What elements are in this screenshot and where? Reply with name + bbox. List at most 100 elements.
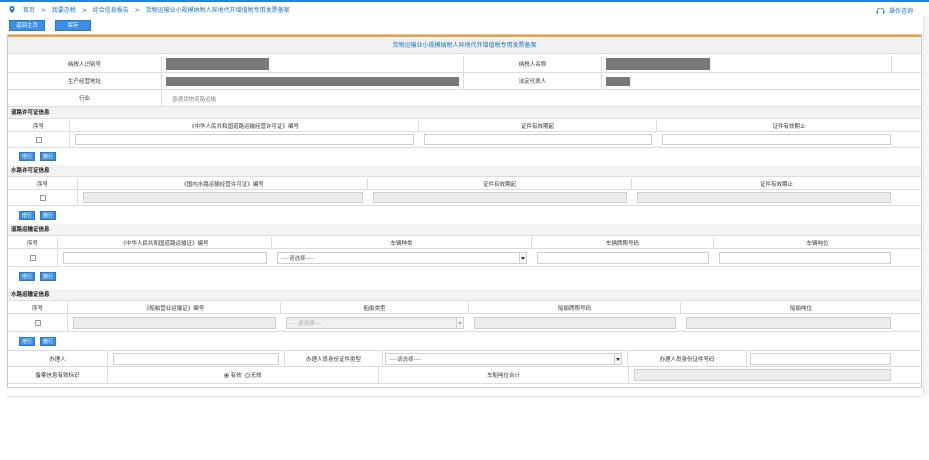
tonnage-total-value: [634, 369, 891, 381]
back-home-button[interactable]: 返回主页: [9, 20, 45, 31]
id-number-label: 办理人员身份证件号码: [659, 356, 715, 363]
water-transport-delete-row-button[interactable]: 删行: [40, 337, 56, 346]
col-header: 船舶类型: [363, 305, 386, 312]
col-header: 车辆种类: [390, 240, 413, 247]
chevron-down-icon: [614, 354, 621, 364]
col-header: 证件有效期止: [772, 123, 806, 130]
vehicle-type-selected: ----请选择----: [281, 256, 314, 262]
water-permit-end-input[interactable]: [637, 192, 891, 203]
help-label: 操作咨询: [888, 8, 913, 15]
taxpayer-id-label: 纳税人识别号: [67, 61, 101, 68]
address-row: 生产经营地址 法定代表人: [8, 73, 921, 90]
taxpayer-id-value: [166, 58, 269, 70]
water-transport-add-row-button[interactable]: 增行: [19, 337, 35, 346]
id-type-select[interactable]: ----请选择----: [385, 353, 622, 365]
road-permit-end-input[interactable]: [662, 134, 891, 145]
water-permit-section-title: 水路许可证信息: [8, 165, 921, 177]
handler-label: 办理人: [49, 356, 66, 363]
col-header: 船舶牌照号码: [557, 305, 591, 312]
col-header: 序号: [32, 123, 44, 130]
id-number-input[interactable]: [750, 353, 891, 365]
col-header: 证件有效期起: [520, 123, 554, 130]
legal-rep-label: 法定代表人: [518, 79, 547, 85]
valid-radio-option[interactable]: 有效: [224, 371, 242, 379]
water-transport-header: 序号 《船舶营业运输证》编号 船舶类型 船舶牌照号码 船舶吨位: [8, 302, 921, 314]
valid-flag-row: 备案信息有效标识 有效 无效 车船吨位合计: [8, 367, 921, 384]
vehicle-plate-input[interactable]: [537, 252, 709, 264]
water-permit-number-input[interactable]: [83, 192, 363, 203]
col-header: 《中华人民共和国道路运输证》编号: [120, 240, 209, 247]
breadcrumb-sep: >: [134, 7, 140, 14]
chevron-down-icon: [456, 318, 463, 328]
ship-license-number-input[interactable]: [73, 317, 276, 329]
row-checkbox[interactable]: [29, 254, 36, 261]
industry-row: 行业 普通货物道路运输: [8, 90, 921, 107]
row-checkbox[interactable]: [35, 136, 42, 143]
col-header: 车辆牌照号码: [605, 240, 639, 247]
vertical-scrollbar[interactable]: [923, 16, 929, 396]
address-value: [166, 77, 459, 86]
page-divider: [7, 396, 922, 397]
col-header: 序号: [36, 181, 48, 188]
road-permit-section-title: 道路许可证信息: [8, 107, 921, 119]
water-transport-section-title: 水路运输证信息: [8, 289, 921, 301]
invalid-radio-option[interactable]: 无效: [244, 371, 262, 379]
col-header: 《船舶营业运输证》编号: [143, 305, 205, 312]
taxpayer-row: 纳税人识别号 纳税人名称: [8, 55, 921, 73]
breadcrumb-tax[interactable]: 我要办税: [52, 7, 76, 14]
water-permit-row: [8, 190, 921, 206]
top-bar: 首页 > 我要办税 > 综合信息报告 > 货物运输业小规模纳税人异地代开增值税专…: [0, 0, 929, 16]
road-permit-start-input[interactable]: [424, 134, 652, 145]
tonnage-total-label: 车船吨位合计: [486, 373, 520, 379]
ship-type-selected: ----请选择----: [290, 321, 323, 327]
help-link[interactable]: 操作咨询: [876, 6, 913, 15]
location-pin-icon: [9, 6, 15, 13]
road-transport-delete-row-button[interactable]: 删行: [40, 272, 56, 281]
row-checkbox[interactable]: [39, 194, 46, 201]
road-permit-number-input[interactable]: [75, 134, 414, 145]
radio-checked-icon: [224, 373, 230, 378]
save-button[interactable]: 保存: [55, 20, 91, 31]
col-header: 证件有效期起: [482, 181, 516, 188]
road-transport-add-row-button[interactable]: 增行: [19, 272, 35, 281]
industry-label: 行业: [78, 96, 90, 102]
chevron-down-icon: [519, 253, 526, 263]
invalid-radio-label: 无效: [250, 373, 262, 379]
col-header: 序号: [31, 305, 43, 312]
col-header: 车辆吨位: [806, 240, 829, 247]
headset-icon: [876, 7, 885, 14]
water-permit-delete-row-button[interactable]: 删行: [40, 211, 56, 220]
form-frame: 货物运输业小规模纳税人异地代开增值税专用发票备案 纳税人识别号 纳税人名称 生产…: [7, 34, 922, 388]
vehicle-type-select[interactable]: ----请选择----: [277, 252, 527, 264]
breadcrumb-report[interactable]: 综合信息报告: [93, 7, 129, 14]
road-transport-section-title: 道路运输证信息: [8, 224, 921, 236]
ship-tonnage-input[interactable]: [686, 317, 891, 329]
breadcrumb-sep: >: [40, 7, 46, 14]
breadcrumb-home[interactable]: 首页: [23, 7, 35, 14]
vehicle-tonnage-input[interactable]: [719, 252, 891, 264]
road-transport-number-input[interactable]: [63, 252, 267, 264]
water-permit-add-row-button[interactable]: 增行: [19, 211, 35, 220]
legal-rep-value: [606, 77, 630, 86]
ship-type-select[interactable]: ----请选择----: [286, 317, 464, 329]
road-permit-header: 序号 《中华人民共和国道路运输经营许可证》编号 证件有效期起 证件有效期止: [8, 120, 921, 132]
col-header: 《国内水路运输经营许可证》编号: [181, 181, 264, 188]
road-transport-row: ----请选择----: [8, 249, 921, 267]
water-transport-row: ----请选择----: [8, 314, 921, 332]
breadcrumb-current: 货物运输业小规模纳税人异地代开增值税专用发票备案: [145, 7, 290, 14]
road-transport-header: 序号 《中华人民共和国道路运输证》编号 车辆种类 车辆牌照号码 车辆吨位: [8, 237, 921, 249]
ship-plate-input[interactable]: [474, 317, 676, 329]
valid-flag-label: 备案信息有效标识: [35, 373, 80, 379]
col-header: 证件有效期止: [759, 181, 793, 188]
industry-value: 普通货物道路运输: [172, 96, 217, 103]
taxpayer-name-label: 纳税人名称: [518, 61, 547, 68]
road-permit-row: [8, 132, 921, 148]
road-permit-add-row-button[interactable]: 增行: [19, 152, 35, 161]
valid-radio-label: 有效: [230, 373, 242, 379]
handler-input[interactable]: [113, 353, 279, 365]
taxpayer-name-value: [606, 58, 710, 70]
breadcrumb: 首页 > 我要办税 > 综合信息报告 > 货物运输业小规模纳税人异地代开增值税专…: [9, 5, 294, 14]
row-checkbox[interactable]: [34, 319, 41, 326]
water-permit-start-input[interactable]: [373, 192, 627, 203]
road-permit-delete-row-button[interactable]: 删行: [40, 152, 56, 161]
